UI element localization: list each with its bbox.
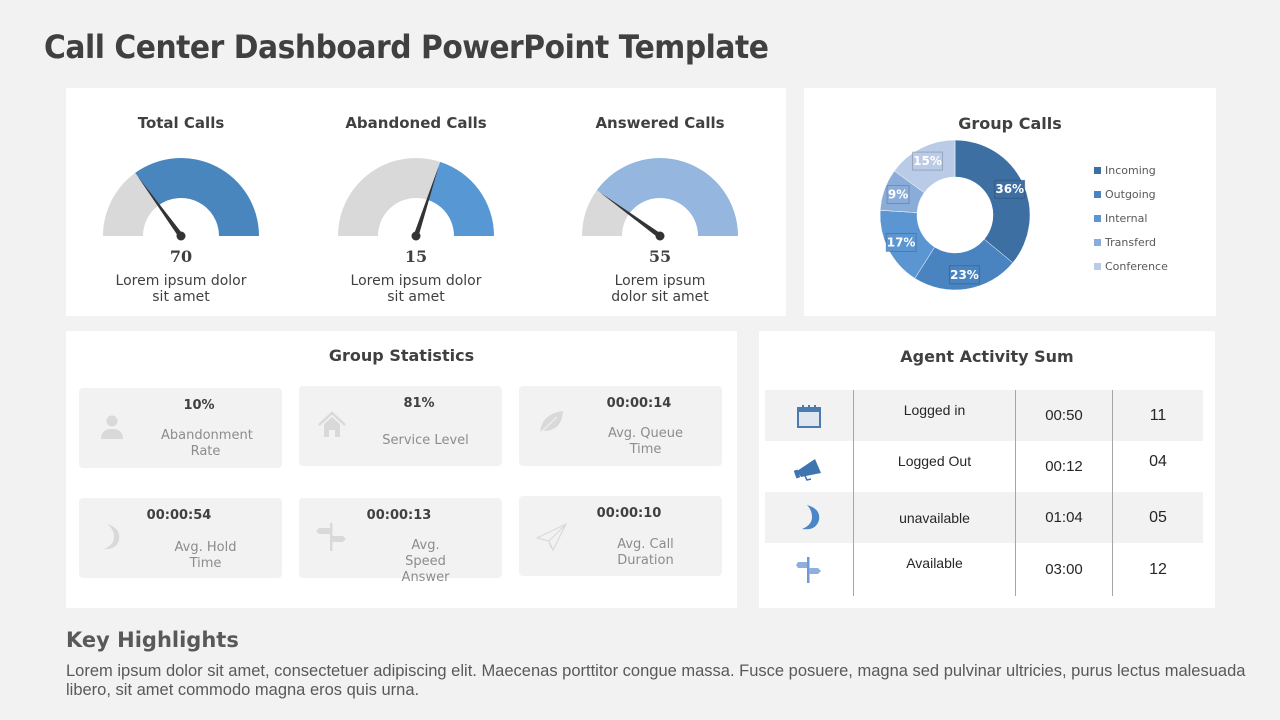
gauge-abandoned-calls: Abandoned Calls 15 Lorem ipsum dolor sit… (301, 88, 531, 316)
stat-card-avg-speed-answer: 00:00:13 Avg. Speed Answer (299, 498, 502, 585)
gauge-title: Total Calls (137, 114, 225, 132)
stat-card-abandonment-rate: 10% Abandonment Rate (79, 388, 282, 468)
legend-label: Transferd (1105, 235, 1157, 249)
agent-activity-panel: Agent Activity Sum Logged in 00:50 11 Lo… (759, 331, 1215, 608)
stat-label: Avg. Queue Time (607, 426, 684, 457)
donut-slice-incoming (954, 139, 1031, 264)
home-icon (318, 411, 346, 437)
stat-card-avg-queue-time: 00:00:14 Avg. Queue Time (519, 386, 722, 466)
activity-time: 01:04 (1015, 492, 1112, 543)
gauge-value: 70 (169, 247, 193, 266)
donut-data-label: 17% (887, 235, 916, 249)
leaf-icon (539, 411, 563, 434)
page-title: Call Center Dashboard PowerPoint Templat… (44, 28, 769, 66)
agent-activity-title: Agent Activity Sum (900, 347, 1074, 366)
legend-swatch (1094, 238, 1101, 246)
user-icon (101, 415, 123, 439)
stat-card-avg-hold-time: 00:00:54 Avg. Hold Time (79, 498, 282, 578)
gauge-title: Abandoned Calls (345, 114, 487, 132)
stat-value: 00:00:10 (596, 506, 662, 521)
activity-count: 04 (1112, 441, 1203, 492)
legend-item: Transferd (1094, 230, 1168, 254)
gauge-dial (582, 158, 738, 241)
gauge-dial (103, 158, 259, 241)
table-row: Logged Out 00:12 04 (765, 441, 1203, 492)
group-statistics-panel: Group Statistics 10% Abandonment Rate 81… (66, 331, 737, 608)
paper-plane-icon (535, 522, 568, 552)
moon-icon (104, 524, 120, 550)
legend-swatch (1094, 214, 1101, 222)
activity-count: 05 (1112, 492, 1203, 543)
signpost-icon (316, 523, 346, 551)
legend-item: Internal (1094, 206, 1168, 230)
group-statistics-title: Group Statistics (328, 346, 475, 365)
gauge-hub (411, 231, 421, 241)
stat-label: Avg. Hold Time (174, 540, 237, 571)
table-row: unavailable 01:04 05 (765, 492, 1203, 543)
key-highlights-text: Lorem ipsum dolor sit amet, consectetuer… (66, 662, 1246, 699)
legend-item: Outgoing (1094, 182, 1168, 206)
legend-swatch (1094, 166, 1101, 174)
donut-data-label: 9% (888, 188, 908, 202)
legend-label: Incoming (1105, 163, 1156, 177)
donut-data-label: 15% (913, 154, 942, 168)
activity-label: Logged in (853, 390, 1015, 441)
activity-label: unavailable (853, 492, 1015, 543)
gauge-total-calls: Total Calls 70 Lorem ipsum dolor sit ame… (66, 88, 296, 316)
donut-data-label: 23% (950, 268, 979, 282)
group-calls-legend: Incoming Outgoing Internal Transferd Confere… (1094, 158, 1168, 278)
gauge-title: Answered Calls (595, 114, 725, 132)
activity-label: Logged Out (853, 441, 1015, 492)
agent-activity-table: Logged in 00:50 11 Logged Out 00:12 04 u… (765, 390, 1203, 596)
gauge-answered-calls: Answered Calls 55 Lorem ipsum dolor sit … (545, 88, 775, 316)
megaphone-icon (793, 458, 821, 481)
calendar-icon (797, 404, 821, 428)
stat-label: Abandonment Rate (161, 428, 253, 459)
stat-label: Service Level (382, 433, 469, 448)
key-highlights-title: Key Highlights (66, 628, 239, 652)
gauge-hub (655, 231, 665, 241)
stat-value: 10% (183, 398, 215, 413)
activity-time: 00:50 (1015, 390, 1112, 441)
stat-value: 00:00:54 (146, 508, 212, 523)
activity-time: 00:12 (1015, 441, 1112, 492)
gauge-hub (176, 231, 186, 241)
gauge-description: Lorem ipsum dolor sit amet (611, 273, 709, 305)
legend-swatch (1094, 262, 1101, 270)
gauge-value: 55 (648, 247, 672, 266)
group-calls-donut-chart: 36% 23% 17% 9% 15% (879, 139, 1031, 291)
gauge-description: Lorem ipsum dolor sit amet (115, 273, 247, 305)
stat-card-avg-call-duration: 00:00:10 Avg. Call Duration (519, 496, 722, 576)
gauge-value: 15 (404, 247, 428, 266)
stat-label: Avg. Call Duration (617, 537, 674, 568)
gauge-fill (427, 161, 494, 236)
signpost-icon (796, 556, 821, 583)
table-row: Available 03:00 12 (765, 543, 1203, 596)
stat-value: 00:00:14 (606, 396, 672, 411)
activity-count: 11 (1112, 390, 1203, 441)
stat-value: 81% (403, 396, 435, 411)
call-gauges-panel: Total Calls 70 Lorem ipsum dolor sit ame… (66, 88, 786, 316)
legend-label: Outgoing (1105, 187, 1156, 201)
activity-time: 03:00 (1015, 543, 1112, 596)
stat-label: Avg. Speed Answer (401, 538, 450, 585)
gauge-dial (338, 158, 494, 241)
stat-card-service-level: 81% Service Level (299, 386, 502, 466)
legend-swatch (1094, 190, 1101, 198)
legend-label: Conference (1105, 259, 1168, 273)
donut-data-label: 36% (995, 182, 1024, 196)
legend-item: Incoming (1094, 158, 1168, 182)
group-calls-panel: Group Calls 36% 23% 17% 9% 15% Incoming Outgo… (804, 88, 1216, 316)
legend-label: Internal (1105, 211, 1148, 225)
table-row: Logged in 00:50 11 (765, 390, 1203, 441)
legend-item: Conference (1094, 254, 1168, 278)
moon-icon (802, 504, 820, 529)
gauge-track (338, 158, 441, 236)
activity-label: Available (853, 543, 1015, 596)
activity-count: 12 (1112, 543, 1203, 596)
stat-value: 00:00:13 (366, 508, 432, 523)
gauge-description: Lorem ipsum dolor sit amet (350, 273, 482, 305)
